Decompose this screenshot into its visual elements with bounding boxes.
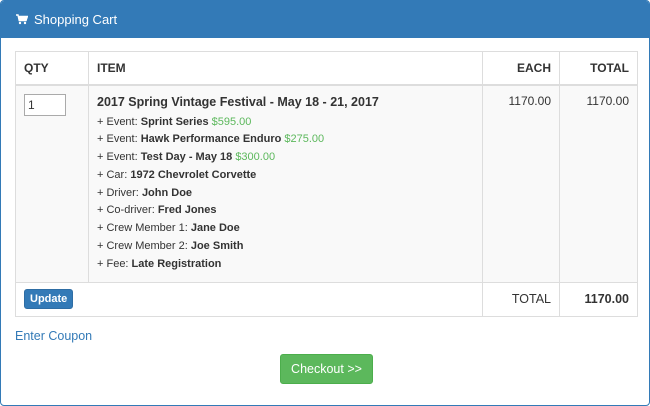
detail-value: 1972 Chevrolet Corvette xyxy=(130,168,257,181)
detail-label: + Crew Member 1: xyxy=(97,222,191,235)
item-title: 2017 Spring Vintage Festival - May 18 - … xyxy=(97,94,379,109)
item-details: + Event: Sprint Series $595.00 + Event: H… xyxy=(97,114,474,274)
shopping-cart-icon xyxy=(16,14,28,25)
detail-price: $595.00 xyxy=(211,115,252,128)
item-detail-line: + Driver: John Doe xyxy=(97,185,474,203)
grand-total: 1170.00 xyxy=(559,281,638,317)
checkout-button[interactable]: Checkout >> xyxy=(280,354,373,384)
detail-label: + Co-driver: xyxy=(97,204,158,217)
qty-cell xyxy=(15,84,89,283)
detail-label: + Event: xyxy=(97,133,141,146)
row-total: 1170.00 xyxy=(559,84,638,283)
detail-label: + Driver: xyxy=(97,186,142,199)
table-footer-row: Update TOTAL 1170.00 xyxy=(15,281,638,317)
each-price: 1170.00 xyxy=(482,84,560,283)
column-header-item: ITEM xyxy=(88,51,483,86)
detail-value: Late Registration xyxy=(131,257,222,270)
quantity-input[interactable] xyxy=(24,93,66,116)
detail-value: John Doe xyxy=(141,186,193,199)
detail-value: Test Day - May 18 xyxy=(140,151,233,164)
detail-value: Hawk Performance Enduro xyxy=(140,133,282,146)
total-label: TOTAL xyxy=(482,281,560,317)
item-detail-line: + Crew Member 2: Joe Smith xyxy=(97,238,474,256)
detail-value: Sprint Series xyxy=(140,115,209,128)
detail-label: + Fee: xyxy=(97,257,132,270)
item-detail-line: + Event: Test Day - May 18 $300.00 xyxy=(97,149,474,167)
column-header-total: TOTAL xyxy=(559,51,638,86)
detail-label: + Event: xyxy=(97,151,141,164)
cart-table: QTY ITEM EACH TOTAL 2017 Spring Vintage … xyxy=(15,51,638,317)
column-header-each: EACH xyxy=(482,51,560,86)
detail-label: + Crew Member 2: xyxy=(97,240,191,253)
cart-panel: Shopping Cart QTY ITEM EACH TOTAL 2017 xyxy=(0,0,650,406)
item-detail-line: + Co-driver: Fred Jones xyxy=(97,202,474,220)
detail-price: $275.00 xyxy=(284,133,325,146)
item-detail-line: + Car: 1972 Chevrolet Corvette xyxy=(97,167,474,185)
table-row: 2017 Spring Vintage Festival - May 18 - … xyxy=(15,84,638,283)
item-detail-line: + Event: Sprint Series $595.00 xyxy=(97,114,474,132)
detail-value: Jane Doe xyxy=(190,222,240,235)
detail-label: + Car: xyxy=(97,168,131,181)
detail-price: $300.00 xyxy=(235,151,276,164)
enter-coupon-link[interactable]: Enter Coupon xyxy=(15,329,92,343)
item-detail-line: + Event: Hawk Performance Enduro $275.00 xyxy=(97,131,474,149)
detail-label: + Event: xyxy=(97,115,141,128)
column-header-qty: QTY xyxy=(15,51,89,86)
table-header-row: QTY ITEM EACH TOTAL xyxy=(15,51,638,86)
detail-value: Joe Smith xyxy=(190,240,244,253)
panel-heading: Shopping Cart xyxy=(1,1,649,38)
item-cell: 2017 Spring Vintage Festival - May 18 - … xyxy=(88,84,483,283)
detail-value: Fred Jones xyxy=(157,204,217,217)
update-button[interactable]: Update xyxy=(24,289,74,310)
item-detail-line: + Crew Member 1: Jane Doe xyxy=(97,220,474,238)
panel-title: Shopping Cart xyxy=(34,12,118,27)
update-cell: Update xyxy=(15,281,483,317)
item-detail-line: + Fee: Late Registration xyxy=(97,256,474,274)
